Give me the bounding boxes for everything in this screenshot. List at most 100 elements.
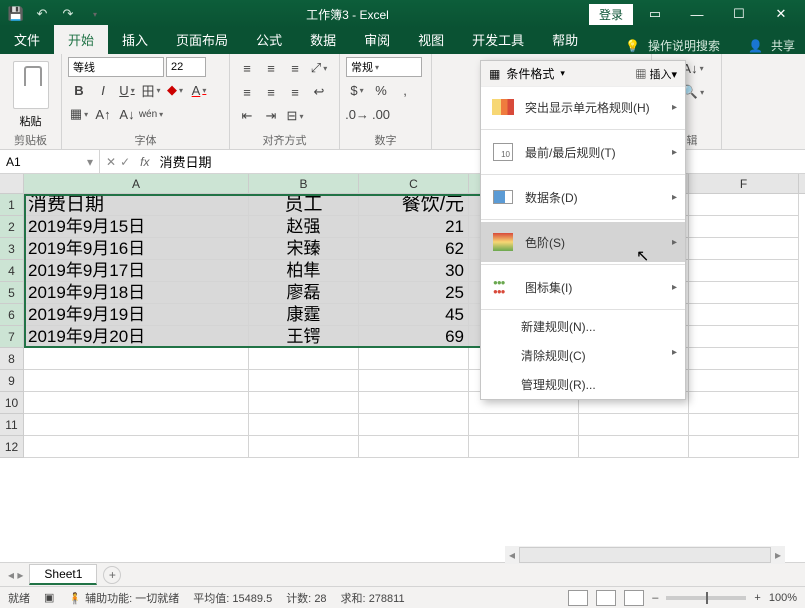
font-name-select[interactable]: 等线 [68, 57, 164, 77]
view-layout-button[interactable] [596, 590, 616, 606]
tab-file[interactable]: 文件 [0, 25, 54, 54]
menu-new-rule[interactable]: 新建规则(N)... [481, 312, 685, 341]
paste-icon[interactable] [13, 61, 49, 109]
cell[interactable]: 25 [359, 282, 469, 304]
fill-color-button[interactable]: ◆ [164, 79, 186, 101]
cell[interactable] [689, 238, 799, 260]
enter-formula-icon[interactable]: ✓ [120, 155, 130, 169]
name-box[interactable]: A1▾ [0, 150, 100, 173]
cell[interactable]: 柏隼 [249, 260, 359, 282]
cell[interactable]: 消费日期 [24, 194, 249, 216]
row-header-3[interactable]: 3 [0, 238, 24, 260]
wrap-text-button[interactable]: ↩ [308, 81, 330, 103]
cell[interactable]: 62 [359, 238, 469, 260]
tab-insert[interactable]: 插入 [108, 25, 162, 54]
close-icon[interactable]: ✕ [761, 2, 801, 26]
increase-font-button[interactable]: A↑ [92, 103, 114, 125]
tab-data[interactable]: 数据 [296, 25, 350, 54]
cell[interactable] [249, 370, 359, 392]
menu-clear-rules[interactable]: 清除规则(C)▸ [481, 341, 685, 370]
underline-button[interactable]: U [116, 79, 138, 101]
border-button[interactable]: 田 [140, 79, 162, 101]
menu-color-scales[interactable]: 色阶(S)▸ [481, 222, 685, 262]
cell[interactable] [689, 370, 799, 392]
cell[interactable]: 30 [359, 260, 469, 282]
bold-button[interactable]: B [68, 79, 90, 101]
number-format-select[interactable]: 常规 [346, 57, 422, 77]
col-header-B[interactable]: B [249, 174, 359, 193]
cell[interactable]: 45 [359, 304, 469, 326]
phonetic-button[interactable]: wén [140, 103, 162, 125]
view-normal-button[interactable] [568, 590, 588, 606]
currency-button[interactable]: $ [346, 79, 368, 101]
sheet-nav[interactable]: ◂ ▸ [8, 568, 23, 582]
cell[interactable]: 2019年9月19日 [24, 304, 249, 326]
row-header-8[interactable]: 8 [0, 348, 24, 370]
align-right-button[interactable]: ≡ [284, 81, 306, 103]
menu-icon-sets[interactable]: 图标集(I)▸ [481, 267, 685, 307]
cell[interactable] [689, 392, 799, 414]
login-button[interactable]: 登录 [589, 4, 633, 25]
cell[interactable] [689, 414, 799, 436]
sheet-tab-1[interactable]: Sheet1 [29, 564, 97, 585]
cell[interactable] [689, 216, 799, 238]
menu-data-bars[interactable]: 数据条(D)▸ [481, 177, 685, 217]
cell[interactable]: 赵强 [249, 216, 359, 238]
cell[interactable] [359, 392, 469, 414]
align-center-button[interactable]: ≡ [260, 81, 282, 103]
row-header-10[interactable]: 10 [0, 392, 24, 414]
cell[interactable]: 2019年9月18日 [24, 282, 249, 304]
menu-manage-rules[interactable]: 管理规则(R)... [481, 370, 685, 399]
cell[interactable] [249, 436, 359, 458]
tab-formula[interactable]: 公式 [242, 25, 296, 54]
qat-more-icon[interactable] [82, 3, 106, 25]
cell[interactable] [689, 282, 799, 304]
search-help[interactable]: 操作说明搜索 [648, 37, 720, 54]
col-header-F[interactable]: F [689, 174, 799, 193]
align-left-button[interactable]: ≡ [236, 81, 258, 103]
row-header-1[interactable]: 1 [0, 194, 24, 216]
cell[interactable] [689, 348, 799, 370]
tab-help[interactable]: 帮助 [538, 25, 592, 54]
cell[interactable]: 2019年9月15日 [24, 216, 249, 238]
select-all-corner[interactable] [0, 174, 24, 193]
orientation-button[interactable]: ⤢ [308, 57, 330, 79]
tab-review[interactable]: 审阅 [350, 25, 404, 54]
cell[interactable]: 21 [359, 216, 469, 238]
tab-dev[interactable]: 开发工具 [458, 25, 538, 54]
cell[interactable] [689, 436, 799, 458]
cell[interactable]: 员工 [249, 194, 359, 216]
increase-indent-button[interactable]: ⇥ [260, 105, 282, 127]
cell[interactable] [24, 414, 249, 436]
decrease-decimal-button[interactable]: .00 [370, 103, 392, 125]
view-pagebreak-button[interactable] [624, 590, 644, 606]
tab-view[interactable]: 视图 [404, 25, 458, 54]
cell[interactable] [249, 392, 359, 414]
paste-button[interactable]: 粘贴 [6, 113, 55, 129]
cell[interactable]: 餐饮/元 [359, 194, 469, 216]
cell[interactable]: 宋臻 [249, 238, 359, 260]
cell[interactable] [689, 194, 799, 216]
cancel-formula-icon[interactable]: ✕ [106, 155, 116, 169]
fx-icon[interactable]: fx [136, 155, 153, 169]
font-color-button[interactable]: A [188, 79, 210, 101]
zoom-out-button[interactable]: – [652, 592, 658, 604]
cell[interactable]: 康霆 [249, 304, 359, 326]
zoom-in-button[interactable]: + [754, 592, 760, 604]
cell[interactable] [579, 436, 689, 458]
cell[interactable] [24, 370, 249, 392]
insert-cells-button[interactable]: 插入 [649, 69, 671, 81]
row-header-11[interactable]: 11 [0, 414, 24, 436]
menu-top-bottom-rules[interactable]: 最前/最后规则(T)▸ [481, 132, 685, 172]
horizontal-scrollbar[interactable]: ◂▸ [505, 546, 785, 564]
cell[interactable] [469, 414, 579, 436]
redo-icon[interactable]: ↷ [56, 3, 80, 25]
cell[interactable] [24, 348, 249, 370]
cell[interactable]: 2019年9月17日 [24, 260, 249, 282]
ribbon-options-icon[interactable]: ▭ [635, 2, 675, 26]
percent-button[interactable]: % [370, 79, 392, 101]
zoom-level[interactable]: 100% [769, 592, 797, 604]
undo-icon[interactable]: ↶ [30, 3, 54, 25]
row-header-7[interactable]: 7 [0, 326, 24, 348]
save-icon[interactable]: 💾 [4, 3, 28, 25]
